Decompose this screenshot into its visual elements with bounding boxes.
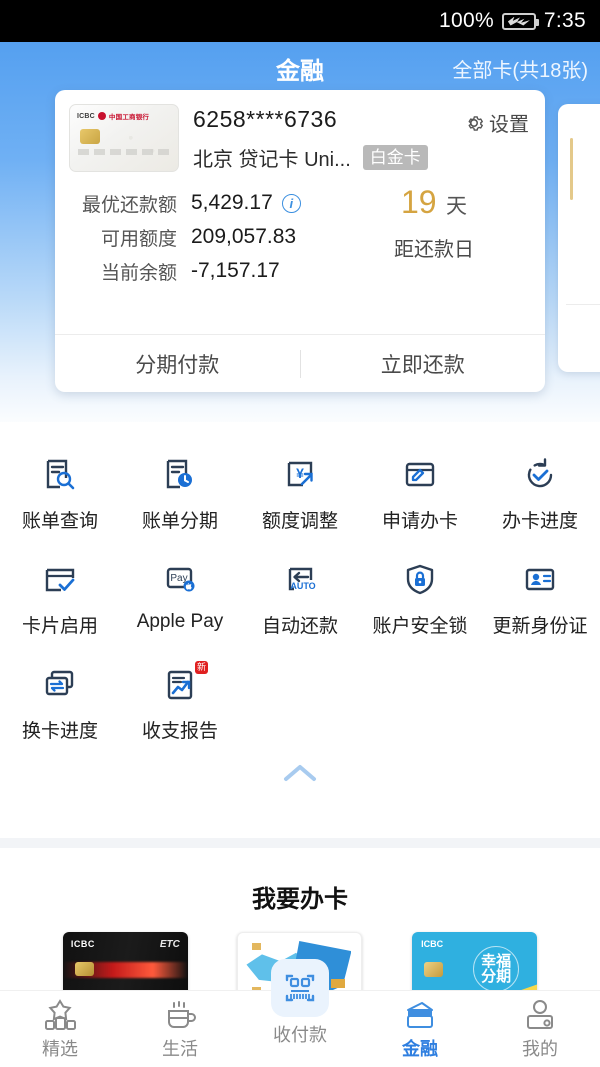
due-days-block: 19 天 距还款日 bbox=[359, 184, 509, 262]
nav-label: 金融 bbox=[402, 1039, 438, 1059]
row-value: 209,057.83 bbox=[191, 225, 297, 248]
svg-text:¥: ¥ bbox=[296, 465, 304, 481]
status-bar: 100% 7:35 bbox=[0, 0, 600, 42]
due-days-unit: 天 bbox=[446, 195, 468, 218]
quick-action-card-replace[interactable]: 换卡进度 bbox=[0, 656, 120, 743]
nav-item-finance[interactable]: 金融 bbox=[360, 996, 480, 1067]
section-title: 我要办卡 bbox=[252, 886, 348, 913]
card-tier-badge: 白金卡 bbox=[362, 144, 428, 171]
quick-action-label: 自动还款 bbox=[261, 616, 338, 637]
quick-action-apple-pay[interactable]: Pay Apple Pay bbox=[120, 551, 240, 638]
quick-action-label: 账单分期 bbox=[141, 511, 218, 532]
settings-label: 设置 bbox=[489, 114, 529, 136]
quick-action-update-id[interactable]: 更新身份证 bbox=[480, 551, 600, 638]
quick-action-label: 更新身份证 bbox=[492, 616, 588, 637]
star-blocks-icon bbox=[45, 999, 76, 1030]
new-badge: 新 bbox=[194, 661, 208, 674]
bill-installment-icon bbox=[166, 459, 192, 489]
collapse-section-button[interactable] bbox=[0, 759, 600, 792]
quick-action-label: Apple Pay bbox=[136, 611, 224, 632]
quick-action-apply-card[interactable]: 申请办卡 bbox=[360, 446, 480, 533]
row-label: 可用额度 bbox=[100, 228, 177, 250]
next-card-preview[interactable] bbox=[558, 104, 600, 372]
scan-barcode-icon bbox=[285, 974, 315, 1002]
card-amount-rows: 最优还款额 5,429.17 i 可用额度 209,057.83 当前余额 -7… bbox=[55, 172, 545, 292]
row-label: 最优还款额 bbox=[81, 194, 177, 216]
chevron-up-icon bbox=[284, 765, 316, 781]
due-days-number: 19 bbox=[400, 184, 437, 220]
row-value: -7,157.17 bbox=[191, 259, 280, 282]
quick-action-card-activate[interactable]: 卡片启用 bbox=[0, 551, 120, 638]
card-art bbox=[252, 943, 262, 950]
nav-label: 生活 bbox=[162, 1039, 198, 1059]
app-bar: 金融 全部卡(共18张) bbox=[0, 42, 600, 94]
nav-item-featured[interactable]: 精选 bbox=[0, 996, 120, 1067]
update-id-icon bbox=[525, 568, 555, 591]
nav-label: 我的 bbox=[522, 1039, 558, 1059]
quick-action-account-lock[interactable]: 账户安全锁 bbox=[360, 551, 480, 638]
bottom-navigation: 精选 生活 收付款 金融 我的 bbox=[0, 959, 600, 1067]
credit-limit-icon: ¥ bbox=[287, 461, 313, 487]
apple-pay-icon: Pay bbox=[166, 567, 195, 592]
card-replace-icon bbox=[45, 670, 74, 696]
quick-action-credit-limit[interactable]: ¥ 额度调整 bbox=[240, 446, 360, 533]
charging-battery-icon bbox=[501, 12, 539, 30]
svg-text:AUTO: AUTO bbox=[290, 581, 315, 591]
scan-barcode-button[interactable] bbox=[271, 959, 329, 1017]
card-progress-icon bbox=[527, 458, 553, 488]
profile-icon bbox=[527, 1000, 553, 1029]
promo-brand: ICBC bbox=[70, 939, 95, 949]
wallet-card-icon bbox=[407, 1002, 433, 1028]
quick-actions-section: 账单查询 账单分期 ¥ 额度调整 申请办卡 办卡进度 卡片启用 Pay Appl… bbox=[0, 422, 600, 832]
gear-icon bbox=[468, 115, 483, 131]
quick-action-income-report[interactable]: 新 收支报告 bbox=[120, 656, 240, 743]
quick-action-label: 账户安全锁 bbox=[372, 616, 468, 637]
installment-button[interactable]: 分期付款 bbox=[55, 349, 300, 379]
clock: 7:35 bbox=[543, 9, 586, 32]
promo-tag: ETC bbox=[159, 939, 180, 950]
repay-now-button[interactable]: 立即还款 bbox=[301, 349, 546, 379]
card-chip-icon bbox=[74, 962, 94, 976]
credit-card-panel[interactable]: ICBC 中国工商银行 6258****6736 北京 贷记卡 Uni... 白金… bbox=[55, 90, 545, 392]
quick-action-bill-installment[interactable]: 账单分期 bbox=[120, 446, 240, 533]
card-activate-icon bbox=[45, 568, 75, 592]
quick-action-label: 账单查询 bbox=[21, 511, 98, 532]
account-lock-icon bbox=[406, 564, 434, 595]
card-settings-button[interactable]: 设置 bbox=[463, 108, 529, 137]
info-icon[interactable]: i bbox=[281, 193, 301, 213]
quick-action-label: 换卡进度 bbox=[21, 721, 98, 742]
nav-label: 精选 bbox=[42, 1039, 78, 1059]
section-divider bbox=[0, 838, 600, 848]
nav-item-payment[interactable]: 收付款 bbox=[240, 959, 360, 1067]
card-header: ICBC 中国工商银行 6258****6736 北京 贷记卡 Uni... 白金… bbox=[55, 90, 545, 172]
card-description: 北京 贷记卡 Uni... bbox=[193, 149, 351, 171]
battery-percent: 100% bbox=[439, 9, 494, 32]
card-thumbnail-icon: ICBC 中国工商银行 bbox=[69, 104, 179, 172]
card-chip-icon bbox=[424, 962, 444, 977]
quick-action-label: 卡片启用 bbox=[21, 616, 98, 637]
nav-item-life[interactable]: 生活 bbox=[120, 996, 240, 1067]
card-carousel[interactable]: ICBC 中国工商银行 6258****6736 北京 贷记卡 Uni... 白金… bbox=[0, 90, 600, 392]
quick-action-auto-repay[interactable]: AUTO 自动还款 bbox=[240, 551, 360, 638]
quick-action-label: 申请办卡 bbox=[381, 511, 458, 532]
quick-action-bill-search[interactable]: 账单查询 bbox=[0, 446, 120, 533]
apply-card-icon bbox=[405, 462, 435, 487]
quick-action-label: 额度调整 bbox=[261, 511, 338, 532]
bill-search-icon bbox=[46, 459, 75, 490]
quick-action-label: 办卡进度 bbox=[501, 511, 578, 532]
due-days-caption: 距还款日 bbox=[394, 239, 474, 261]
row-label: 当前余额 bbox=[100, 262, 177, 284]
quick-action-label: 收支报告 bbox=[141, 721, 218, 742]
nav-item-profile[interactable]: 我的 bbox=[480, 996, 600, 1067]
row-value: 5,429.17 bbox=[191, 191, 273, 214]
quick-action-card-progress[interactable]: 办卡进度 bbox=[480, 446, 600, 533]
quick-actions-grid: 账单查询 账单分期 ¥ 额度调整 申请办卡 办卡进度 卡片启用 Pay Appl… bbox=[0, 446, 600, 761]
promo-tag: 幸福分期 bbox=[473, 946, 520, 992]
all-cards-link[interactable]: 全部卡(共18张) bbox=[452, 54, 588, 83]
auto-repay-icon: AUTO bbox=[288, 567, 316, 591]
nav-label: 收付款 bbox=[273, 1025, 327, 1045]
cup-icon bbox=[168, 1001, 196, 1028]
promo-brand: ICBC bbox=[421, 939, 444, 949]
card-action-bar: 分期付款 立即还款 bbox=[55, 334, 545, 392]
